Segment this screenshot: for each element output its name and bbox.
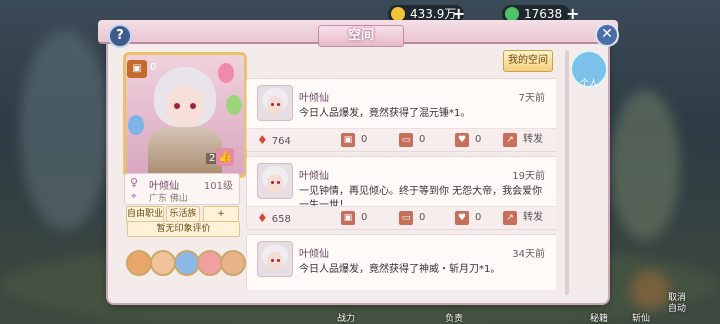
cancel-auto-button[interactable]: 取消 自动 xyxy=(668,293,686,315)
medal-icon[interactable] xyxy=(150,250,176,276)
share-icon: ↗ xyxy=(503,211,517,225)
post-avatar[interactable] xyxy=(257,85,293,121)
balloon-icon xyxy=(128,115,144,135)
thumbs-up-icon[interactable]: 👍 xyxy=(216,148,234,166)
post-author[interactable]: 叶倾仙 xyxy=(299,89,329,104)
like-button[interactable]: ♥ 0 xyxy=(455,133,481,147)
like-button[interactable]: ♥ 0 xyxy=(455,211,481,225)
gift-button[interactable]: ▣ 0 xyxy=(341,211,367,225)
post-author[interactable]: 叶倾仙 xyxy=(299,245,329,260)
post-avatar[interactable] xyxy=(257,241,293,277)
my-space-button[interactable]: 我的空间 xyxy=(503,50,553,72)
post-avatar[interactable] xyxy=(257,163,293,199)
help-button[interactable]: ? xyxy=(108,24,132,48)
bottom-label: 斩仙 xyxy=(632,314,651,324)
heart-icon: ♥ xyxy=(455,133,469,147)
post-feed[interactable]: 叶倾仙 7天前 今日人品爆发，竟然获得了混元锤*1。 ♦ 764 ▣ 0 ▭ 0 ♥ 0… xyxy=(246,76,556,290)
gift-box-icon[interactable]: ▣ xyxy=(127,60,147,78)
personal-label: 个人 xyxy=(580,79,599,89)
bottom-label: 秘籍 xyxy=(590,314,609,324)
profile-info: ♀ 叶倾仙 101级 ⌖ 广东 佛山 xyxy=(124,173,240,205)
gift-button[interactable]: ▣ 0 xyxy=(341,133,367,147)
post-content: 今日人品爆发，竟然获得了神威・斩月刀*1。 xyxy=(299,264,501,275)
gold-coin-icon xyxy=(391,7,405,21)
post-content: 今日人品爆发，竟然获得了混元锤*1。 xyxy=(299,108,471,119)
gift-icon: ▣ xyxy=(341,133,355,147)
profile-level: 101级 xyxy=(203,181,233,192)
share-button[interactable]: ↗ 转发 xyxy=(503,133,543,147)
profile-location: 广东 佛山 xyxy=(149,194,188,204)
gender-icon: ♀ xyxy=(130,176,139,189)
portrait-eye xyxy=(174,103,180,109)
feed-scrollbar[interactable] xyxy=(565,50,569,295)
balloon-icon xyxy=(218,63,234,83)
comment-icon: ▭ xyxy=(399,211,413,225)
comment-icon: ▭ xyxy=(399,133,413,147)
tag-occupation[interactable]: 自由职业 xyxy=(126,206,164,222)
balloon-icon xyxy=(226,95,242,115)
post-author[interactable]: 叶倾仙 xyxy=(299,167,329,182)
panel-title: 空间 xyxy=(318,25,404,47)
tag-lifestyle[interactable]: 乐活族 xyxy=(166,206,200,222)
portrait-body xyxy=(148,127,222,175)
location-pin-icon: ⌖ xyxy=(131,191,137,202)
comment-button[interactable]: ▭ 0 xyxy=(399,211,425,225)
gift-icon: ▣ xyxy=(341,211,355,225)
portrait-face xyxy=(166,85,204,127)
post-time: 7天前 xyxy=(518,93,545,104)
post-actions: ♦ 658 ▣ 0 ▭ 0 ♥ 0 ↗ 转发 xyxy=(247,206,556,229)
comment-button[interactable]: ▭ 0 xyxy=(399,133,425,147)
share-icon: ↗ xyxy=(503,133,517,147)
post-time: 19天前 xyxy=(512,171,545,182)
post-time: 34天前 xyxy=(512,249,545,260)
medal-icon[interactable] xyxy=(126,250,152,276)
fire-icon: ♦ xyxy=(257,133,268,147)
gem-icon xyxy=(505,7,519,21)
post-card: 叶倾仙 19天前 一见钟情，再见倾心。终于等到你 无怨大帝，我会爱你一生一世！ … xyxy=(246,156,556,230)
post-card: 叶倾仙 34天前 今日人品爆发，竟然获得了神威・斩月刀*1。 xyxy=(246,234,556,290)
profile-name: 叶倾仙 xyxy=(149,181,179,192)
bottom-label: 战力 xyxy=(337,314,356,324)
impression-evaluation[interactable]: 暂无印象评价 xyxy=(127,221,240,237)
gift-count: 0 xyxy=(150,62,157,73)
bottom-label: 负责 xyxy=(445,314,464,324)
heart-icon: ♥ xyxy=(455,211,469,225)
add-tag-button[interactable]: + xyxy=(203,206,239,222)
heat-count: ♦ 658 xyxy=(257,211,291,225)
fire-icon: ♦ xyxy=(257,211,268,225)
close-button[interactable]: ✕ xyxy=(595,23,619,47)
post-actions: ♦ 764 ▣ 0 ▭ 0 ♥ 0 ↗ 转发 xyxy=(247,128,556,151)
medal-icon[interactable] xyxy=(220,250,246,276)
share-button[interactable]: ↗ 转发 xyxy=(503,211,543,225)
heat-count: ♦ 764 xyxy=(257,133,291,147)
post-card: 叶倾仙 7天前 今日人品爆发，竟然获得了混元锤*1。 ♦ 764 ▣ 0 ▭ 0 ♥ 0… xyxy=(246,78,556,152)
portrait-eye xyxy=(190,103,196,109)
